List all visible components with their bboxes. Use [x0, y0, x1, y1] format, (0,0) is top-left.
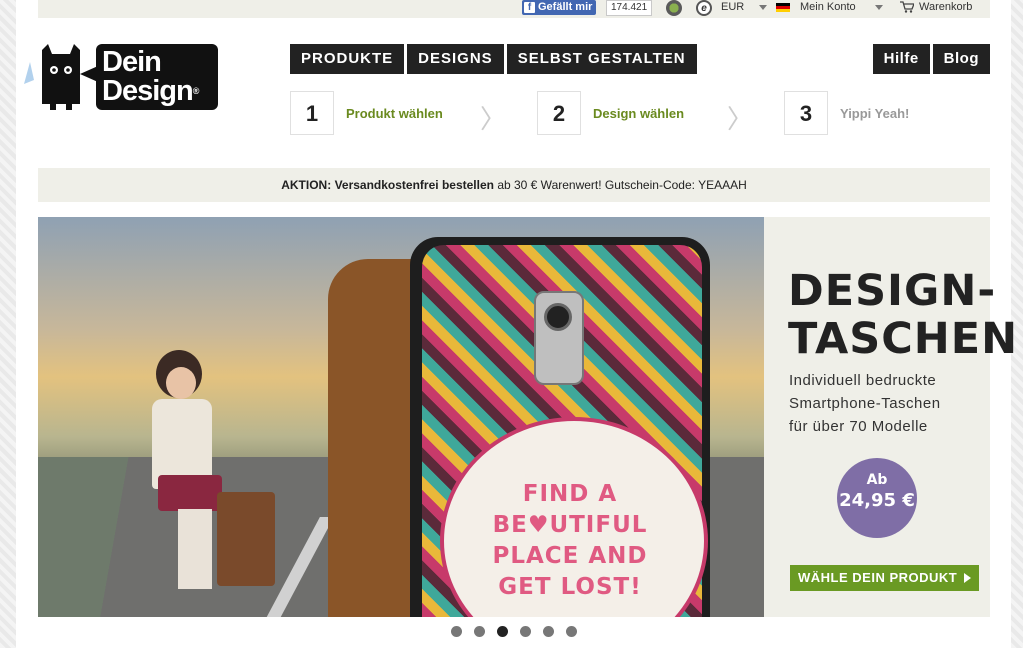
step-number: 3 [784, 91, 828, 135]
slider-dot[interactable] [520, 626, 531, 637]
nav-item-produkte[interactable]: PRODUKTE [290, 44, 405, 74]
nav-item-blog[interactable]: Blog [932, 44, 990, 74]
camera-icon [534, 291, 584, 385]
suitcase [217, 492, 275, 586]
hero-subtitle: Individuell bedruckte Smartphone-Taschen… [789, 372, 941, 435]
trust-seal-icon[interactable] [666, 0, 682, 16]
play-arrow-icon [964, 573, 972, 583]
price-prefix: Ab [866, 472, 888, 488]
chevron-right-icon: 〉 [727, 105, 754, 135]
utility-bar: f Gefällt mir 174.421 e EUR Mein Konto W… [38, 0, 990, 18]
facebook-like-label: Gefällt mir [538, 1, 593, 13]
cta-label: WÄHLE DEIN PRODUKT [798, 570, 958, 585]
chevron-down-icon[interactable] [759, 5, 767, 10]
page-border-left [0, 0, 16, 648]
promo-banner: AKTION: Versandkostenfrei bestellen ab 3… [38, 168, 990, 202]
case-quote: FIND A BE♥UTIFUL PLACE AND GET LOST! [492, 481, 648, 600]
hero-image[interactable]: FIND A BE♥UTIFUL PLACE AND GET LOST! [38, 217, 764, 617]
slider-dot[interactable] [543, 626, 554, 637]
currency-selector[interactable]: EUR [721, 0, 744, 15]
step-number: 2 [537, 91, 581, 135]
price-amount: 24,95 € [839, 490, 915, 511]
hero-title: DESIGN- TASCHEN [788, 266, 1019, 364]
step-label: Produkt wählen [346, 105, 443, 121]
step-2: 2 Design wählen 〉 [537, 91, 753, 135]
hero-panel: DESIGN- TASCHEN Individuell bedruckte Sm… [764, 217, 1017, 617]
main-nav: PRODUKTE DESIGNS SELBST GESTALTEN [290, 44, 697, 74]
slider-dot[interactable] [497, 626, 508, 637]
nav-item-designs[interactable]: DESIGNS [407, 44, 504, 74]
account-menu[interactable]: Mein Konto [800, 0, 856, 15]
nav-item-selbst-gestalten[interactable]: SELBST GESTALTEN [506, 44, 697, 74]
monster-mascot-icon [24, 44, 98, 110]
logo-line-1: Dein [102, 46, 162, 78]
nav-item-hilfe[interactable]: Hilfe [872, 44, 930, 74]
slider-pagination [451, 626, 577, 637]
promo-highlight: Versandkostenfrei bestellen [334, 178, 494, 192]
german-flag-icon [776, 3, 790, 12]
choose-product-button[interactable]: WÄHLE DEIN PRODUKT [790, 565, 980, 591]
trusted-shops-icon[interactable]: e [696, 0, 712, 16]
chevron-right-icon: 〉 [480, 105, 507, 135]
promo-prefix: AKTION: [281, 178, 332, 192]
facebook-like-count: 174.421 [606, 0, 653, 16]
logo-wordmark: Dein Design® [102, 46, 199, 107]
promo-text: ab 30 € Warenwert! Gutschein-Code: YEAAA… [497, 178, 747, 192]
girl-skirt [158, 475, 222, 511]
step-3: 3 Yippi Yeah! [784, 91, 909, 135]
cart-icon[interactable] [900, 1, 914, 13]
facebook-icon: f [524, 2, 535, 13]
logo-line-2: Design [102, 75, 194, 107]
step-label: Design wählen [593, 105, 685, 121]
chevron-down-icon[interactable] [875, 5, 883, 10]
site-logo[interactable]: Dein Design® [20, 44, 220, 112]
girl-face [166, 367, 196, 399]
cart-link[interactable]: Warenkorb [919, 0, 972, 15]
secondary-nav: Hilfe Blog [872, 44, 990, 74]
step-label: Yippi Yeah! [840, 105, 910, 121]
slider-dot[interactable] [451, 626, 462, 637]
slider-dot[interactable] [474, 626, 485, 637]
step-number: 1 [290, 91, 334, 135]
step-1: 1 Produkt wählen 〉 [290, 91, 506, 135]
girl-legs [178, 509, 212, 589]
hero-slider[interactable]: FIND A BE♥UTIFUL PLACE AND GET LOST! DES… [38, 217, 1017, 617]
price-badge: Ab 24,95 € [837, 458, 917, 538]
facebook-like-button[interactable]: f Gefällt mir [522, 0, 597, 15]
slider-dot[interactable] [566, 626, 577, 637]
